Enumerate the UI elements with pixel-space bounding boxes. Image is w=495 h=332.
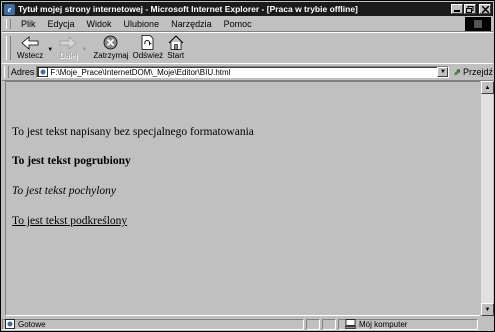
- address-value: F:\Moje_Prace\InternetDOM\_Moje\Editor\B…: [50, 67, 231, 77]
- address-bar: Adres F:\Moje_Prace\InternetDOM\_Moje\Ed…: [2, 63, 493, 81]
- computer-icon: [345, 319, 356, 329]
- menu-tools[interactable]: Narzędzia: [165, 19, 218, 29]
- title-bar[interactable]: e Tytuł mojej strony internetowej - Micr…: [2, 2, 493, 16]
- refresh-icon: [141, 35, 154, 50]
- stop-label: Zatrzymaj: [93, 51, 129, 60]
- close-button[interactable]: [479, 4, 491, 14]
- menu-view[interactable]: Widok: [81, 19, 118, 29]
- home-button[interactable]: Start: [167, 33, 184, 61]
- go-button[interactable]: ⇗ Przejdź: [453, 67, 493, 78]
- text-underline: To jest tekst podkreślony: [12, 215, 128, 227]
- text-normal: To jest tekst napisany bez specjalnego f…: [12, 126, 254, 138]
- home-icon: [168, 35, 183, 50]
- page-content[interactable]: To jest tekst napisany bez specjalnego f…: [5, 81, 481, 316]
- refresh-button[interactable]: Odśwież: [132, 33, 164, 61]
- stop-button[interactable]: Zatrzymaj: [93, 33, 129, 61]
- back-label: Wstecz: [17, 51, 44, 60]
- text-bold: To jest tekst pogrubiony: [12, 155, 131, 167]
- toolbar-grip[interactable]: [6, 36, 11, 60]
- addressbar-grip[interactable]: [4, 66, 9, 78]
- minimize-button[interactable]: [451, 4, 463, 14]
- back-arrow-icon: [21, 36, 39, 50]
- status-text: Gotowe: [18, 319, 46, 329]
- back-button[interactable]: Wstecz: [17, 33, 43, 61]
- window-title: Tytuł mojej strony internetowej - Micros…: [18, 4, 358, 14]
- menu-bar: Plik Edycja Widok Ulubione Narzędzia Pom…: [2, 17, 493, 32]
- menubar-grip[interactable]: [6, 19, 11, 29]
- menu-edit[interactable]: Edycja: [42, 19, 81, 29]
- scroll-down-button[interactable]: ▼: [481, 303, 494, 316]
- address-label: Adres: [10, 67, 35, 77]
- minimize-icon: [454, 10, 460, 12]
- back-dropdown-icon[interactable]: ▼: [47, 47, 53, 53]
- ie-logo-icon: e: [4, 3, 15, 15]
- restore-icon: [466, 5, 474, 13]
- go-label: Przejdź: [462, 67, 493, 77]
- address-input[interactable]: F:\Moje_Prace\InternetDOM\_Moje\Editor\B…: [36, 66, 450, 78]
- go-arrow-icon: ⇗: [453, 66, 461, 77]
- menu-help[interactable]: Pomoc: [218, 19, 258, 29]
- refresh-label: Odśwież: [132, 51, 164, 60]
- status-text-pane: Gotowe: [2, 318, 304, 330]
- browser-window: e Tytuł mojej strony internetowej - Micr…: [0, 0, 495, 332]
- scroll-up-button[interactable]: ▲: [481, 81, 494, 94]
- home-label: Start: [167, 51, 185, 60]
- status-pane-2: [322, 318, 336, 330]
- forward-label: Dalej: [59, 51, 78, 60]
- restore-button[interactable]: [464, 4, 476, 14]
- address-dropdown-button[interactable]: ▼: [437, 67, 449, 77]
- vertical-scrollbar[interactable]: ▲ ▼: [480, 81, 494, 316]
- forward-button[interactable]: Dalej: [59, 33, 77, 61]
- page-done-icon: [5, 319, 15, 329]
- standard-toolbar: Wstecz ▼ Dalej ▼ Zatrzymaj Odśwież Start: [2, 32, 493, 64]
- status-pane-1: [306, 318, 320, 330]
- stop-icon: [104, 35, 118, 50]
- close-icon: [481, 5, 489, 13]
- status-zone: Mój komputer: [359, 319, 408, 329]
- menu-file[interactable]: Plik: [15, 19, 42, 29]
- status-bar: Gotowe Mój komputer: [2, 317, 493, 331]
- forward-dropdown-icon[interactable]: ▼: [81, 47, 87, 53]
- status-zone-pane: Mój komputer: [338, 318, 478, 330]
- page-icon: [38, 67, 49, 77]
- windows-logo-icon: [465, 17, 491, 31]
- text-italic: To jest tekst pochylony: [12, 185, 117, 197]
- menu-favorites[interactable]: Ulubione: [118, 19, 166, 29]
- forward-arrow-icon: [59, 36, 77, 50]
